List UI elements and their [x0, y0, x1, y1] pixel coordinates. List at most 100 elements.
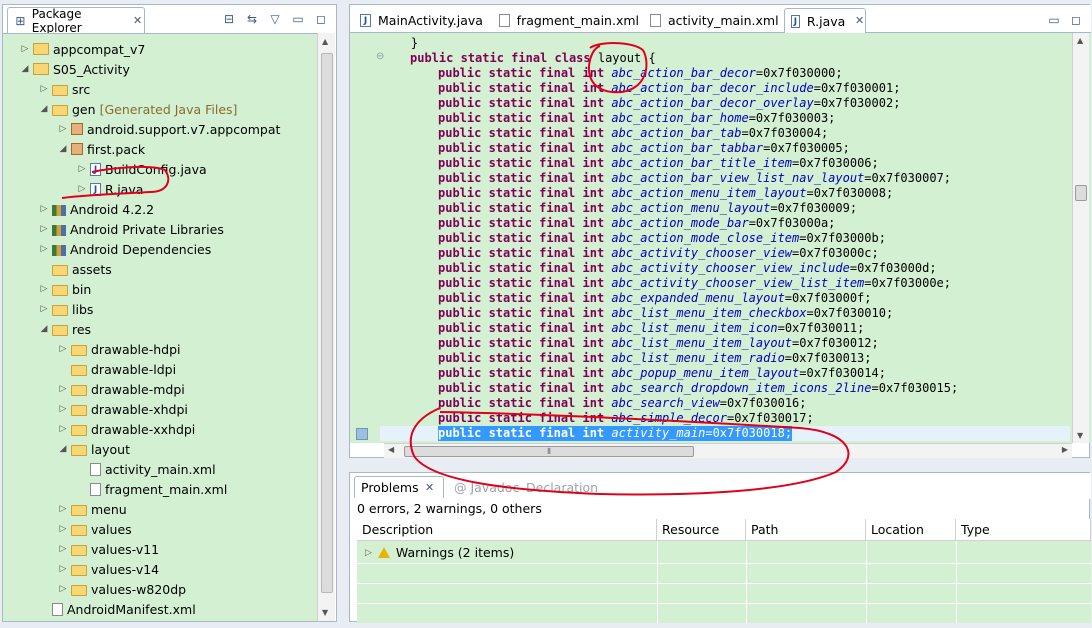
tree-item[interactable]: ▷ values [57, 519, 132, 539]
scroll-up-icon[interactable]: ▲ [1077, 36, 1083, 45]
tree-item[interactable]: ▷ android.support.v7.appcompat [57, 119, 281, 139]
column-header[interactable]: Description [357, 519, 657, 541]
collapse-all-icon[interactable]: ⊟ [222, 12, 236, 26]
tree-item[interactable]: ▷ drawable-xxhdpi [57, 419, 196, 439]
tree-item[interactable]: ▷ drawable-mdpi [57, 379, 185, 399]
table-row[interactable]: ▷ Warnings (2 items) [365, 545, 514, 560]
tree-item[interactable]: AndroidManifest.xml [38, 599, 196, 619]
scroll-thumb[interactable] [1075, 185, 1087, 201]
expand-toggle-icon[interactable]: ▷ [38, 224, 50, 234]
expand-toggle-icon[interactable]: ▷ [57, 124, 69, 134]
expand-toggle-icon[interactable]: ◢ [57, 444, 69, 454]
code-text-area[interactable]: } public static final class layout {publi… [350, 33, 1091, 443]
package-explorer-tab[interactable]: ⊞ Package Explorer ✕ [7, 7, 145, 35]
tree-item[interactable]: ◢ layout [57, 439, 130, 459]
tree-item[interactable]: ▷ J BuildConfig.java [76, 159, 207, 179]
tree-item[interactable]: ▷ values-v14 [57, 559, 160, 579]
expand-toggle-icon[interactable]: ▷ [57, 344, 69, 354]
expand-toggle-icon[interactable]: ▷ [38, 204, 50, 214]
expand-toggle-icon[interactable]: ▷ [57, 384, 69, 394]
scroll-left-icon[interactable]: ◀ [388, 445, 394, 454]
expand-toggle-icon[interactable]: ▷ [57, 544, 69, 554]
scroll-down-icon[interactable]: ▼ [1077, 431, 1083, 440]
maximize-icon[interactable]: ◻ [314, 12, 328, 26]
scroll-up-icon[interactable]: ▲ [322, 37, 328, 46]
problems-tab[interactable]: Problems ✕ [354, 476, 444, 498]
expand-toggle-icon[interactable]: ◢ [38, 104, 50, 114]
expand-toggle-icon[interactable]: ▷ [76, 164, 88, 174]
expand-toggle-icon[interactable]: ▷ [57, 584, 69, 594]
expand-toggle-icon[interactable]: ▷ [57, 524, 69, 534]
folder-icon [71, 404, 87, 416]
tree-item[interactable]: ▷ drawable-hdpi [57, 339, 181, 359]
problems-tab-label: @ Javadoc [454, 479, 520, 495]
editor-tab[interactable]: fragment_main.xml [493, 8, 639, 32]
expand-toggle-icon[interactable]: ▷ [57, 564, 69, 574]
column-header[interactable]: Location [866, 519, 956, 541]
tree-item[interactable]: ▷ menu [57, 499, 127, 519]
editor-tab[interactable]: J MainActivity.java [354, 8, 488, 32]
field-value: 0x7f030010 [813, 306, 886, 320]
column-header[interactable]: Resource [657, 519, 746, 541]
tree-item[interactable]: ◢ res [38, 319, 92, 339]
occurrence-marker [356, 428, 368, 440]
tree-item[interactable]: ▷ J R.java [76, 179, 144, 199]
maximize-icon[interactable]: ◻ [1069, 13, 1083, 27]
link-with-editor-icon[interactable]: ⇆ [245, 12, 259, 26]
tree-item[interactable]: activity_main.xml [76, 459, 216, 479]
editor-tab[interactable]: J R.java ✕ [784, 8, 866, 33]
expand-toggle-icon[interactable]: ◢ [57, 144, 69, 154]
close-icon[interactable]: ✕ [423, 481, 437, 495]
minimize-icon[interactable]: ▭ [291, 12, 305, 26]
expand-toggle-icon[interactable]: ▷ [38, 244, 50, 254]
tree-item[interactable]: ◢ gen [Generated Java Files] [38, 99, 238, 119]
expand-toggle-icon[interactable]: ▷ [38, 84, 50, 94]
tree-item[interactable]: ▷ Android Dependencies [38, 239, 212, 259]
expand-toggle-icon[interactable]: ▷ [57, 424, 69, 434]
code-line: public static final int abc_action_menu_… [438, 201, 858, 215]
scroll-thumb[interactable] [321, 53, 333, 593]
tree-item[interactable]: ▷ src [38, 79, 91, 99]
fold-gutter [368, 33, 380, 443]
tree-item[interactable]: assets [38, 259, 112, 279]
problems-tab[interactable]: @ Javadoc [454, 476, 519, 498]
tree-item[interactable]: ▷ libs [38, 299, 94, 319]
expand-icon[interactable]: ▷ [365, 548, 372, 558]
editor-tab[interactable]: activity_main.xml [644, 8, 780, 32]
fold-icon[interactable]: ⊖ [376, 51, 384, 62]
code-line: public static final int abc_action_mode_… [438, 231, 886, 245]
tree-item[interactable]: ◢ S05_Activity [19, 59, 130, 79]
expand-toggle-icon[interactable]: ◢ [19, 64, 31, 74]
scroll-thumb[interactable]: ⦀ [404, 446, 694, 457]
expand-toggle-icon[interactable]: ▷ [38, 284, 50, 294]
expand-toggle-icon[interactable]: ◢ [38, 324, 50, 334]
tree-item[interactable]: ▷ bin [38, 279, 92, 299]
close-icon[interactable]: ✕ [131, 14, 144, 28]
expand-toggle-icon[interactable]: ▷ [38, 304, 50, 314]
expand-toggle-icon[interactable]: ▷ [19, 44, 31, 54]
expand-toggle-icon[interactable]: ▷ [57, 404, 69, 414]
tree-item[interactable]: ▷ values-v11 [57, 539, 160, 559]
tree-item[interactable]: ▷ Android Private Libraries [38, 219, 224, 239]
tree-item[interactable]: ▷ values-w820dp [57, 579, 187, 599]
problems-tab[interactable]: Declaration [526, 476, 598, 498]
explorer-vertical-scrollbar[interactable]: ▲ ▼ [317, 33, 335, 621]
expand-toggle-icon[interactable]: ▷ [76, 184, 88, 194]
view-menu-icon[interactable]: ▽ [268, 12, 282, 26]
tree-item[interactable]: ▷ appcompat_v7 [19, 39, 146, 59]
tree-item[interactable]: ▷ Android 4.2.2 [38, 199, 155, 219]
scroll-right-icon[interactable]: ▶ [1062, 445, 1068, 454]
editor-horizontal-scrollbar[interactable]: ◀ ⦀ ▶ [384, 443, 1072, 458]
close-icon[interactable]: ✕ [854, 14, 865, 28]
tree-item[interactable]: ▷ drawable-xhdpi [57, 399, 188, 419]
tree-item[interactable]: ◢ first.pack [57, 139, 146, 159]
expand-toggle-icon[interactable]: ▷ [57, 504, 69, 514]
tree-item[interactable]: fragment_main.xml [76, 479, 227, 499]
library-icon [52, 204, 66, 216]
scroll-down-icon[interactable]: ▼ [322, 608, 328, 617]
minimize-icon[interactable]: ▭ [1047, 13, 1061, 27]
column-header[interactable]: Path [746, 519, 866, 541]
editor-vertical-scrollbar[interactable]: ▲ ▼ [1072, 33, 1089, 443]
tree-item[interactable]: drawable-ldpi [57, 359, 176, 379]
column-header[interactable]: Type [956, 519, 1091, 541]
